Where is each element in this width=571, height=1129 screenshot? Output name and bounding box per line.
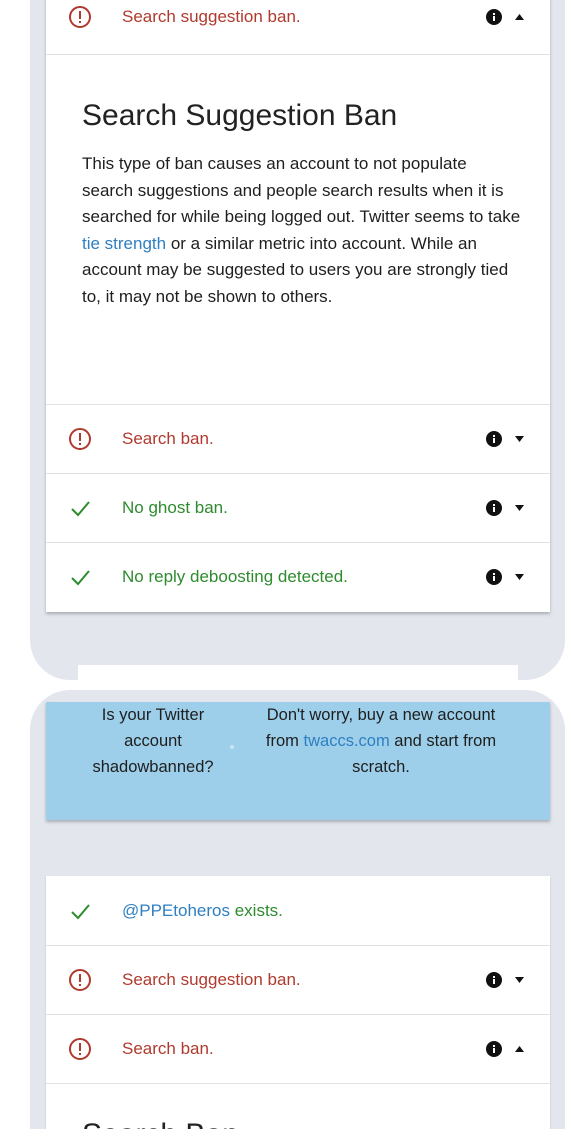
exclamation-circle-icon xyxy=(69,5,91,28)
checkmark-icon xyxy=(71,501,90,517)
ad-text-part: and start from xyxy=(389,732,497,750)
ban-explanation-title: Search Suggestion Ban xyxy=(82,99,398,132)
result-row-search-suggestion-ban[interactable]: Search suggestion ban. xyxy=(46,945,550,1014)
result-row-search-ban[interactable]: Search ban. xyxy=(46,1014,550,1083)
result-label: Search suggestion ban. xyxy=(122,970,301,989)
ad-banner-question: Is your Twitter account shadowbanned? xyxy=(68,702,238,780)
ad-text-line: Is your Twitter xyxy=(101,706,205,724)
ban-explanation-title: Search Ban xyxy=(82,1118,239,1129)
info-circle-icon[interactable] xyxy=(486,500,502,516)
checkmark-icon xyxy=(71,570,90,586)
info-circle-icon[interactable] xyxy=(486,8,502,25)
results-card: Search suggestion ban. Search Suggestion… xyxy=(46,0,550,612)
result-row-reply-deboosting[interactable]: No reply deboosting detected. xyxy=(46,542,550,611)
info-circle-icon[interactable] xyxy=(486,1041,502,1057)
explanation-text-part: This type of ban causes an account to no… xyxy=(82,154,521,226)
results-card-second: @PPEtoheros exists. Search suggestion ba… xyxy=(46,876,550,1129)
result-label-suffix: exists. xyxy=(229,900,283,920)
ad-text-line: from twaccs.com and start from xyxy=(236,728,526,754)
ban-explanation: Search Suggestion Ban This type of ban c… xyxy=(46,54,550,404)
caret-down-icon[interactable] xyxy=(515,436,524,442)
tie-strength-link[interactable]: tie strength xyxy=(82,234,166,253)
info-circle-icon[interactable] xyxy=(486,569,502,585)
result-row-account-exists[interactable]: @PPEtoheros exists. xyxy=(46,876,550,945)
exclamation-circle-icon xyxy=(69,428,91,450)
ad-banner[interactable]: Is your Twitter account shadowbanned? Do… xyxy=(46,702,550,820)
result-row-ghost-ban[interactable]: No ghost ban. xyxy=(46,473,550,542)
result-label: Search ban. xyxy=(122,1039,214,1058)
result-label: @PPEtoheros exists. xyxy=(122,901,283,921)
caret-down-icon[interactable] xyxy=(515,977,524,983)
result-label: Search suggestion ban. xyxy=(122,6,301,26)
result-label: No reply deboosting detected. xyxy=(122,567,348,586)
ad-text-part: from xyxy=(265,732,304,750)
checkmark-icon xyxy=(71,903,90,919)
caret-up-icon[interactable] xyxy=(515,13,524,20)
result-label: Search ban. xyxy=(122,429,214,448)
ad-separator-dot xyxy=(230,745,234,749)
exclamation-circle-icon xyxy=(69,969,91,991)
account-handle-link[interactable]: @PPEtoheros xyxy=(122,901,230,920)
caret-down-icon[interactable] xyxy=(515,574,524,580)
ban-explanation: Search Ban xyxy=(46,1083,550,1129)
ad-banner-offer: Don't worry, buy a new account from twac… xyxy=(236,702,526,780)
caret-down-icon[interactable] xyxy=(515,505,524,511)
next-card-edge xyxy=(78,665,518,685)
twaccs-link[interactable]: twaccs.com xyxy=(304,732,390,750)
ban-explanation-text: This type of ban causes an account to no… xyxy=(82,151,522,310)
result-label: No ghost ban. xyxy=(122,498,228,517)
result-row-search-ban[interactable]: Search ban. xyxy=(46,404,550,473)
ad-text-line: Don't worry, buy a new account xyxy=(266,706,496,724)
ad-text-line: scratch. xyxy=(352,758,410,776)
exclamation-circle-icon xyxy=(69,1038,91,1060)
result-row-search-suggestion-ban[interactable]: Search suggestion ban. xyxy=(46,0,550,51)
ad-text-line: account xyxy=(124,732,182,750)
ad-text-line: shadowbanned? xyxy=(92,758,214,776)
info-circle-icon[interactable] xyxy=(486,972,502,988)
caret-up-icon[interactable] xyxy=(515,1046,524,1052)
info-circle-icon[interactable] xyxy=(486,431,502,447)
